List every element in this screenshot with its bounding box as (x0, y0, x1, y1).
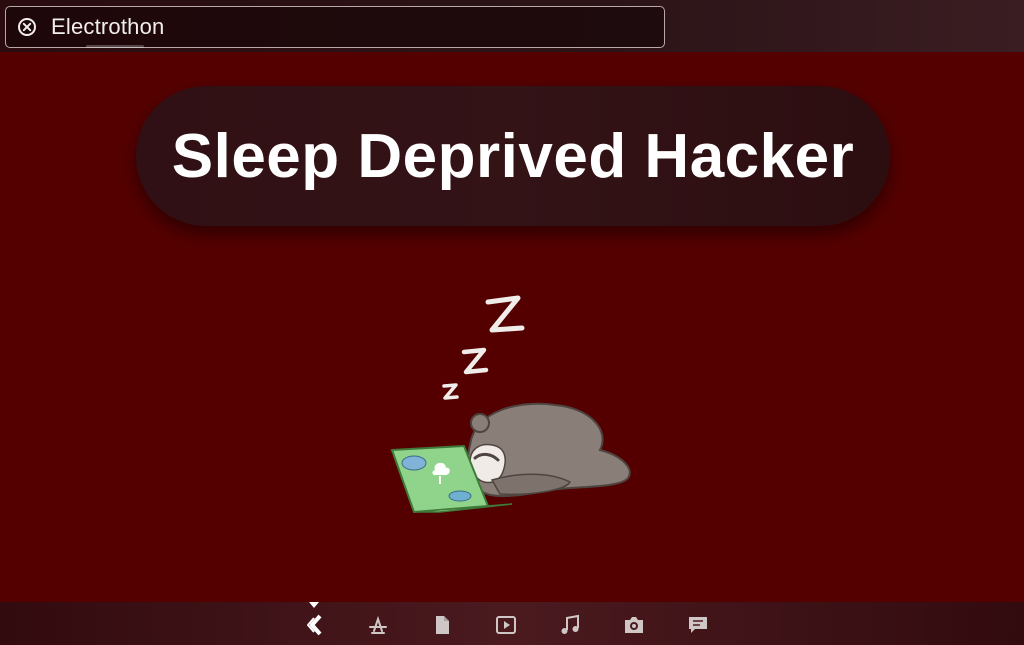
search-bar[interactable]: Electrothon (5, 6, 665, 48)
sloth-icon (467, 402, 631, 498)
text-cursor-underline (86, 45, 144, 48)
launcher-icon[interactable] (302, 613, 326, 637)
video-icon[interactable] (494, 613, 518, 637)
app-store-icon[interactable] (366, 613, 390, 637)
zzz-icon (442, 295, 525, 400)
search-value[interactable]: Electrothon (51, 14, 165, 40)
document-icon[interactable] (430, 613, 454, 637)
headline-text: Sleep Deprived Hacker (171, 121, 855, 191)
music-icon[interactable] (558, 613, 582, 637)
sleeping-sloth-illustration (390, 295, 631, 514)
headline-pill: Sleep Deprived Hacker (136, 86, 890, 226)
camera-icon[interactable] (622, 613, 646, 637)
chat-icon[interactable] (686, 613, 710, 637)
active-app-indicator (309, 602, 319, 608)
close-circle-icon[interactable] (17, 17, 37, 37)
